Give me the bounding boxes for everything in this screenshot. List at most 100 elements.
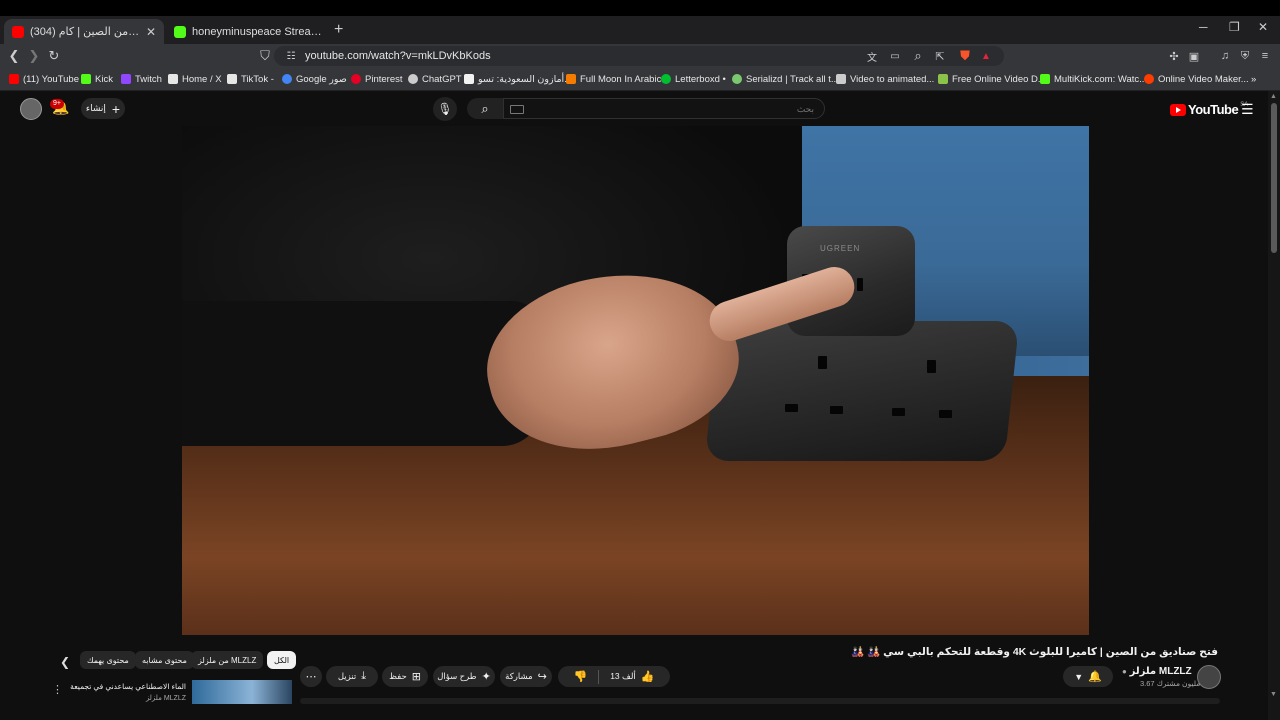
bookmark-amazon[interactable]: أمازون السعودية: تسو...	[464, 72, 572, 86]
outlet-slot	[892, 408, 905, 416]
url-text[interactable]: youtube.com/watch?v=mkLDvKbKods	[305, 50, 491, 62]
chip-for-you[interactable]: محتوى يهمك	[80, 651, 136, 669]
sidebar-icon[interactable]: ▣	[1186, 48, 1202, 64]
browser-menu-icon[interactable]: ≡	[1257, 48, 1273, 64]
recommended-more-icon[interactable]: ⋮	[52, 683, 63, 696]
scroll-up-icon[interactable]: ▲	[1270, 93, 1277, 100]
search-button[interactable]: ⌕	[467, 98, 503, 119]
search-field[interactable]	[503, 98, 825, 119]
subscribed-button[interactable]: ▼ 🔔	[1063, 666, 1113, 687]
site-info-icon[interactable]: ☷	[283, 48, 299, 64]
ask-button[interactable]: طرح سؤال ✦	[433, 666, 495, 687]
bookmark-icon[interactable]: ⛉	[257, 48, 273, 64]
tab-youtube[interactable]: فتح صناديق من الصين | كام (304) ✕	[4, 19, 164, 44]
bookmark-free-online-video[interactable]: Free Online Video D...	[938, 72, 1046, 86]
minimize-icon[interactable]: ─	[1199, 20, 1208, 34]
more-bookmarks-icon[interactable]: »	[1251, 72, 1256, 86]
reload-icon[interactable]: ↻	[46, 48, 62, 64]
bookmark-online-video-maker[interactable]: Online Video Maker...	[1144, 72, 1249, 86]
recommended-thumbnail[interactable]	[192, 680, 292, 704]
restore-icon[interactable]: ❐	[1229, 20, 1240, 34]
zoom-icon[interactable]: ⌕	[910, 48, 926, 64]
rewards-icon[interactable]: ▲	[978, 48, 994, 64]
bookmark-full-moon[interactable]: Full Moon In Arabic	[566, 72, 661, 86]
product-brand-text: UGREEN	[820, 244, 861, 253]
scroll-down-icon[interactable]: ▼	[1270, 691, 1277, 698]
bookmark-letterboxd[interactable]: Letterboxd •	[661, 72, 726, 86]
bookmark-label: أمازون السعودية: تسو...	[478, 73, 572, 85]
voice-search-icon[interactable]: 🎙	[433, 97, 457, 121]
youtube-logo[interactable]: YouTube SA	[1170, 102, 1248, 117]
like-divider	[598, 669, 600, 684]
dislike-icon[interactable]: 👎	[574, 670, 588, 683]
translate-icon[interactable]: 文	[864, 48, 880, 64]
chips-prev-chevron-icon[interactable]: ❮	[60, 655, 70, 669]
more-actions-button[interactable]: ⋯	[300, 666, 322, 687]
google-icon	[282, 74, 292, 84]
bookmark-video-to-animated[interactable]: Video to animated...	[836, 72, 934, 86]
save-button[interactable]: حفظ ⊞	[382, 666, 428, 687]
vpn-icon[interactable]: ⛨	[1237, 48, 1253, 64]
like-icon[interactable]: 👍	[641, 670, 655, 683]
guide-menu-icon[interactable]: ☰	[1241, 101, 1254, 118]
recommended-channel[interactable]: ملزلز MLZLZ	[146, 694, 186, 702]
plus-icon: +	[111, 100, 121, 117]
outlet-slot	[785, 404, 798, 412]
create-button[interactable]: إنشاء +	[81, 98, 125, 119]
cast-icon[interactable]: ▭	[887, 48, 903, 64]
recommended-title[interactable]: الماء الاصطناعي يساعدني في تجميعة	[70, 682, 186, 691]
bookmark-chatgpt[interactable]: ChatGPT	[408, 72, 462, 86]
close-window-icon[interactable]: ✕	[1258, 20, 1268, 34]
download-button[interactable]: تنزيل ⤓	[326, 666, 378, 687]
download-label: تنزيل	[337, 671, 357, 681]
notification-badge: 9+	[50, 99, 64, 109]
share-button[interactable]: مشاركة ↪	[500, 666, 552, 687]
bookmark-twitch[interactable]: Twitch	[121, 72, 162, 86]
pinterest-icon	[351, 74, 361, 84]
share-page-icon[interactable]: ⇱	[932, 48, 948, 64]
page-scrollbar[interactable]: ▲ ▼	[1268, 91, 1280, 720]
bookmark-label: Online Video Maker...	[1158, 73, 1249, 85]
tab-kick[interactable]: honeyminuspeace Stream - Kick Dash	[166, 19, 331, 44]
create-label: إنشاء	[85, 103, 106, 113]
like-count[interactable]: 13 ألف	[610, 671, 636, 682]
bookmark-label: ChatGPT	[422, 73, 462, 85]
subscriber-count: 3.67 مليون مشترك	[1140, 679, 1201, 688]
media-icon[interactable]: ♫	[1217, 48, 1233, 64]
comments-preview-bar[interactable]	[300, 698, 1220, 704]
bookmark-youtube[interactable]: (11) YouTube	[9, 72, 79, 86]
bookmark-label: Kick	[95, 73, 113, 85]
account-avatar[interactable]	[20, 98, 42, 120]
extensions-icon[interactable]: ✣	[1166, 48, 1182, 64]
brave-shield-icon[interactable]: ⛊	[957, 48, 973, 64]
bookmark-label: Twitch	[135, 73, 162, 85]
search-input[interactable]	[504, 99, 824, 118]
scrollbar-thumb[interactable]	[1271, 103, 1277, 253]
bookmark-serializd[interactable]: Serializd | Track all t...	[732, 72, 839, 86]
bookmark-label: Free Online Video D...	[952, 73, 1046, 85]
bookmark-multikick[interactable]: MultiKick.com: Watc...	[1040, 72, 1147, 86]
video-maker-icon	[1144, 74, 1154, 84]
chip-all[interactable]: الكل	[267, 651, 297, 669]
channel-avatar[interactable]	[1197, 665, 1221, 689]
video-player[interactable]: UGREEN	[182, 126, 1089, 635]
bookmark-label: MultiKick.com: Watc...	[1054, 73, 1148, 85]
chip-from-channel[interactable]: من ملزلز MLZLZ	[191, 651, 264, 669]
chip-related[interactable]: محتوى مشابه	[135, 651, 194, 669]
back-icon[interactable]: ❮	[6, 48, 22, 64]
bookmark-google-photos[interactable]: Google صور	[282, 72, 347, 86]
bookmark-kick[interactable]: Kick	[81, 72, 113, 86]
bookmark-x[interactable]: Home / X	[168, 72, 222, 86]
bookmark-tiktok[interactable]: TikTok -	[227, 72, 274, 86]
channel-name-text[interactable]: ملزلز MLZLZ	[1130, 666, 1192, 677]
close-tab-icon[interactable]: ✕	[146, 25, 156, 39]
new-tab-button[interactable]: +	[334, 21, 343, 39]
bookmark-label: (11) YouTube	[23, 73, 79, 85]
channel-name[interactable]: ● ملزلز MLZLZ	[1122, 666, 1192, 677]
bookmark-pinterest[interactable]: Pinterest	[351, 72, 403, 86]
forward-icon[interactable]: ❯	[26, 48, 42, 64]
youtube-play-icon	[1170, 103, 1186, 116]
bookmark-label: TikTok -	[241, 73, 274, 85]
keyboard-icon[interactable]	[510, 105, 524, 114]
recommended-video[interactable]: الماء الاصطناعي يساعدني في تجميعة ملزلز …	[68, 680, 293, 704]
